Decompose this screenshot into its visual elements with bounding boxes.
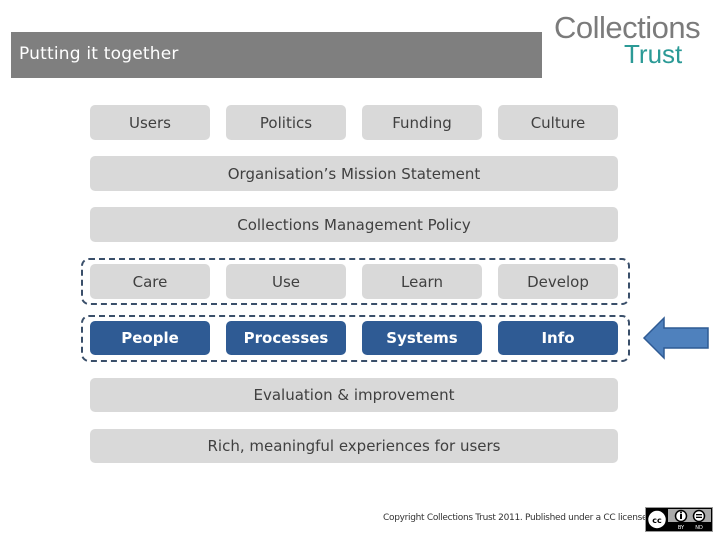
context-box-funding: Funding <box>362 105 482 140</box>
box-label: Funding <box>392 113 452 132</box>
copyright-text: Copyright Collections Trust 2011. Publis… <box>383 513 648 523</box>
box-label: Rich, meaningful experiences for users <box>207 437 501 455</box>
context-box-politics: Politics <box>226 105 346 140</box>
title-bar: Putting it together <box>11 32 542 78</box>
page-title: Putting it together <box>19 44 179 64</box>
outcome-box: Rich, meaningful experiences for users <box>90 429 618 463</box>
svg-text:ND: ND <box>695 525 703 531</box>
svg-text:cc: cc <box>652 516 662 525</box>
context-box-culture: Culture <box>498 105 618 140</box>
mission-statement-box: Organisation’s Mission Statement <box>90 156 618 191</box>
resource-box-processes: Processes <box>226 321 346 355</box>
activity-box-use: Use <box>226 264 346 299</box>
box-label: Processes <box>243 329 329 347</box>
activity-box-develop: Develop <box>498 264 618 299</box>
box-label: Evaluation & improvement <box>253 386 455 404</box>
box-label: People <box>121 329 179 347</box>
box-label: Care <box>132 272 168 291</box>
collections-trust-logo: Collections Trust <box>554 10 714 70</box>
policy-box: Collections Management Policy <box>90 207 618 242</box>
box-label: Users <box>128 113 171 132</box>
left-arrow-icon <box>642 316 709 360</box>
svg-text:BY: BY <box>678 525 685 531</box>
context-box-users: Users <box>90 105 210 140</box>
logo-line2: Trust <box>624 39 683 69</box>
box-label: Learn <box>401 272 443 291</box>
activity-box-learn: Learn <box>362 264 482 299</box>
activity-box-care: Care <box>90 264 210 299</box>
box-label: Systems <box>386 329 458 347</box>
box-label: Politics <box>259 113 313 132</box>
box-label: Develop <box>527 272 589 291</box>
box-label: Collections Management Policy <box>237 215 471 234</box>
box-label: Use <box>271 272 301 291</box>
resource-box-info: Info <box>498 321 618 355</box>
box-label: Organisation’s Mission Statement <box>227 164 481 183</box>
resource-box-people: People <box>90 321 210 355</box>
resource-box-systems: Systems <box>362 321 482 355</box>
box-label: Culture <box>530 113 586 132</box>
evaluation-box: Evaluation & improvement <box>90 378 618 412</box>
cc-by-nd-icon[interactable]: cc BY ND <box>645 507 713 532</box>
box-label: Info <box>541 329 575 347</box>
